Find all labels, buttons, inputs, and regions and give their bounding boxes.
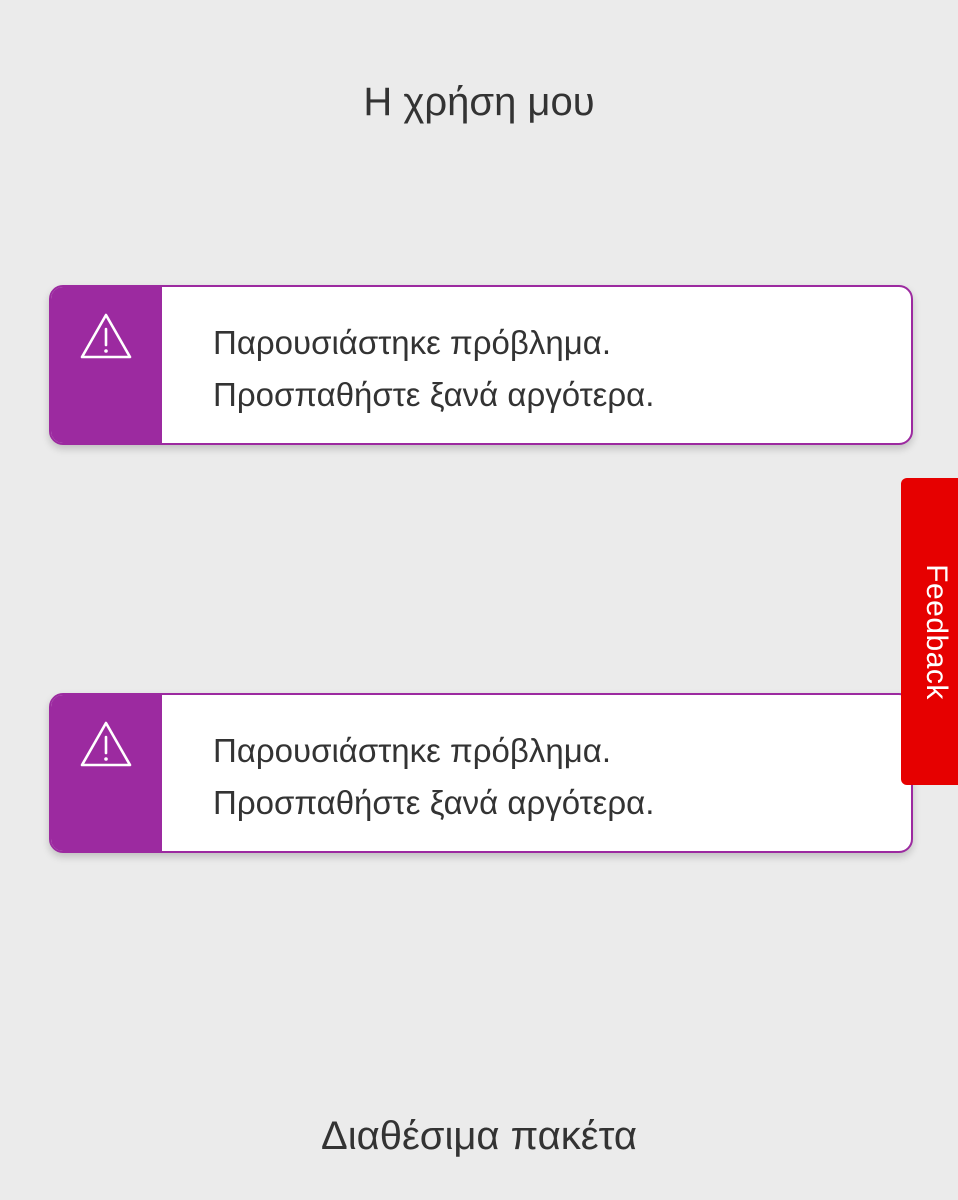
error-alert: Παρουσιάστηκε πρόβλημα. Προσπαθήστε ξανά… (49, 285, 913, 445)
alert-icon-panel (51, 695, 162, 851)
alert-message-line: Παρουσιάστηκε πρόβλημα. (213, 324, 611, 361)
error-alert: Παρουσιάστηκε πρόβλημα. Προσπαθήστε ξανά… (49, 693, 913, 853)
alert-message: Παρουσιάστηκε πρόβλημα. Προσπαθήστε ξανά… (162, 287, 654, 443)
packages-section-title: Διαθέσιμα πακέτα (320, 1114, 637, 1158)
alert-message: Παρουσιάστηκε πρόβλημα. Προσπαθήστε ξανά… (162, 695, 654, 851)
feedback-button[interactable]: Feedback (901, 478, 958, 785)
alert-icon-panel (51, 287, 162, 443)
warning-icon (80, 313, 132, 359)
usage-section-title: Η χρήση μου (363, 80, 595, 124)
warning-icon (80, 721, 132, 767)
alert-message-line: Προσπαθήστε ξανά αργότερα. (213, 376, 655, 413)
alert-message-line: Παρουσιάστηκε πρόβλημα. (213, 732, 611, 769)
alert-message-line: Προσπαθήστε ξανά αργότερα. (213, 784, 655, 821)
feedback-label: Feedback (920, 563, 953, 700)
